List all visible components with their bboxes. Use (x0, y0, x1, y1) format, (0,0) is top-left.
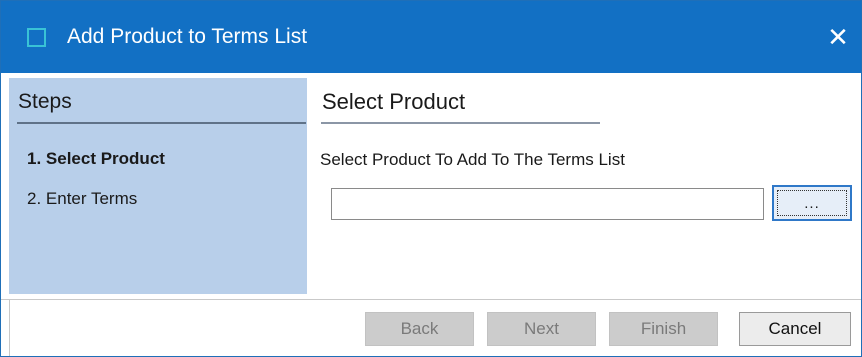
steps-panel: Steps 1. Select Product 2. Enter Terms (9, 78, 307, 294)
finish-button[interactable]: Finish (609, 312, 718, 346)
browse-product-button[interactable]: ... (772, 185, 852, 221)
section-title: Select Product (322, 89, 466, 114)
title-bar: Add Product to Terms List ✕ (1, 1, 861, 73)
step-select-product: 1. Select Product (27, 149, 165, 168)
dialog-title: Add Product to Terms List (67, 25, 308, 48)
window-icon (27, 28, 46, 47)
back-button[interactable]: Back (365, 312, 474, 346)
cancel-button[interactable]: Cancel (739, 312, 851, 346)
step-enter-terms: 2. Enter Terms (27, 189, 138, 208)
close-icon[interactable]: ✕ (823, 21, 853, 53)
footer-left-border (9, 300, 10, 356)
product-input[interactable] (331, 188, 764, 220)
section-divider (321, 122, 600, 124)
product-prompt-label: Select Product To Add To The Terms List (320, 150, 625, 169)
steps-divider (17, 122, 306, 124)
browse-button-label: ... (777, 190, 847, 216)
dialog-window: Add Product to Terms List ✕ Steps 1. Sel… (0, 0, 862, 357)
steps-heading: Steps (18, 90, 72, 113)
next-button[interactable]: Next (487, 312, 596, 346)
footer-divider (1, 299, 861, 300)
